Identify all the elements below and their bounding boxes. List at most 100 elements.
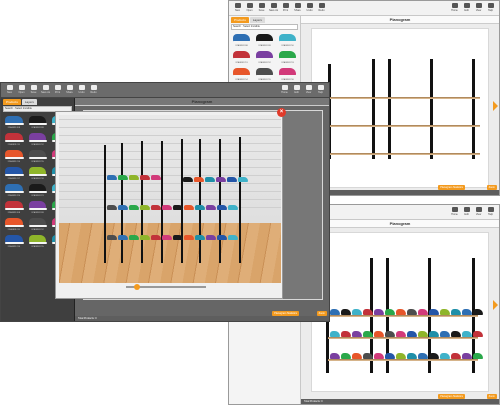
shelf-shoe[interactable] xyxy=(473,353,483,359)
zoom-button[interactable]: Zoom xyxy=(486,394,497,399)
product-thumbnail[interactable]: 2ZA9891211 xyxy=(3,217,25,231)
rotation-slider[interactable] xyxy=(126,284,206,290)
new-button[interactable]: New xyxy=(233,3,242,14)
shelf-shoe[interactable] xyxy=(473,309,483,315)
shelf-shoe[interactable] xyxy=(374,309,384,315)
share-button[interactable]: Share xyxy=(65,85,74,96)
shelf-shoe[interactable] xyxy=(429,331,439,337)
product-thumbnail[interactable]: 2ZA9891215 xyxy=(27,234,49,248)
home-button[interactable]: Home xyxy=(450,207,459,218)
shelf-shoe[interactable] xyxy=(352,309,362,315)
shelf-shoe[interactable] xyxy=(440,309,450,315)
folder-button[interactable]: Open xyxy=(245,3,254,14)
slider-knob[interactable] xyxy=(134,284,140,290)
shelf-shoe[interactable] xyxy=(440,353,450,359)
view-button[interactable]: View xyxy=(304,85,313,96)
shelf-shoe[interactable] xyxy=(396,331,406,337)
product-thumbnail[interactable]: 2ZA9891212 xyxy=(254,50,275,64)
shelf-shoe[interactable] xyxy=(462,309,472,315)
shelf-shoe[interactable] xyxy=(374,331,384,337)
shelf-shoe[interactable] xyxy=(385,331,395,337)
shelf-shoe[interactable] xyxy=(429,309,439,315)
edit-button[interactable]: Edit xyxy=(292,85,301,96)
preview-3d-scene[interactable] xyxy=(59,115,281,283)
home-button[interactable]: Home xyxy=(450,3,459,14)
view-button[interactable]: View xyxy=(474,3,483,14)
redo-button[interactable]: Redo xyxy=(317,3,326,14)
shelf-shoe[interactable] xyxy=(440,331,450,337)
edit-button[interactable]: Edit xyxy=(462,3,471,14)
product-thumbnail[interactable]: 2ZA9891215 xyxy=(27,149,49,163)
search-input[interactable]: Search · Select Invisible xyxy=(231,24,298,30)
shelf-shoe[interactable] xyxy=(407,309,417,315)
shelf-shoe[interactable] xyxy=(363,309,373,315)
save-as-button[interactable]: Save As xyxy=(269,3,278,14)
tab-layers[interactable]: Layers xyxy=(21,99,37,105)
shelf-shoe[interactable] xyxy=(407,331,417,337)
product-thumbnail[interactable]: 2ZA9891213 xyxy=(277,50,298,64)
shelf-shoe[interactable] xyxy=(352,331,362,337)
shelf-shoe[interactable] xyxy=(363,331,373,337)
shelf-shoe[interactable] xyxy=(330,353,340,359)
product-thumbnail[interactable]: 2ZA9891215 xyxy=(254,67,275,81)
planogram-statistics-button[interactable]: Planogram Statistics xyxy=(438,394,465,399)
shelf-shoe[interactable] xyxy=(341,309,351,315)
shelf-shoe[interactable] xyxy=(341,353,351,359)
product-thumbnail[interactable]: 2ZA9891212 xyxy=(27,132,49,146)
shelf-shoe[interactable] xyxy=(341,331,351,337)
product-thumbnail[interactable]: 2ZA9891210 xyxy=(277,33,298,47)
planogram-statistics-button[interactable]: Planogram Statistics xyxy=(272,311,299,316)
shelf-shoe[interactable] xyxy=(330,331,340,337)
save-as-button[interactable]: Save As xyxy=(41,85,50,96)
product-thumbnail[interactable]: 2ZA9891214 xyxy=(3,234,25,248)
help-button[interactable]: Help xyxy=(316,85,325,96)
home-button[interactable]: Home xyxy=(280,85,289,96)
shelf-shoe[interactable] xyxy=(374,353,384,359)
product-thumbnail[interactable]: 2ZA9891211 xyxy=(231,50,252,64)
product-thumbnail[interactable]: 2ZA9891218 xyxy=(27,166,49,180)
product-thumbnail[interactable]: 2ZA9891208 xyxy=(231,33,252,47)
shelf-shoe[interactable] xyxy=(451,309,461,315)
shelf-shoe[interactable] xyxy=(330,309,340,315)
product-thumbnail[interactable]: 2ZA9891211 xyxy=(3,132,25,146)
product-thumbnail[interactable]: 2ZA9891214 xyxy=(3,149,25,163)
shelf-shoe[interactable] xyxy=(429,353,439,359)
shelf-shoe[interactable] xyxy=(396,309,406,315)
product-thumbnail[interactable]: 2ZA9891221 xyxy=(27,183,49,197)
tab-products[interactable]: Products xyxy=(231,17,249,23)
undo-button[interactable]: Undo xyxy=(77,85,86,96)
expand-arrow-icon[interactable] xyxy=(493,101,498,111)
shelf-shoe[interactable] xyxy=(418,353,428,359)
close-icon[interactable]: × xyxy=(277,108,286,117)
product-thumbnail[interactable]: 2ZA9891214 xyxy=(231,67,252,81)
shelf-shoe[interactable] xyxy=(385,309,395,315)
shelf-shoe[interactable] xyxy=(462,353,472,359)
shelf-shoe[interactable] xyxy=(473,331,483,337)
shelf-shoe[interactable] xyxy=(451,331,461,337)
shelf-shoe[interactable] xyxy=(363,353,373,359)
planogram-canvas[interactable] xyxy=(311,28,489,188)
undo-button[interactable]: Undo xyxy=(305,3,314,14)
product-thumbnail[interactable]: 2ZA9891220 xyxy=(3,183,25,197)
shelf-shoe[interactable] xyxy=(418,331,428,337)
product-thumbnail[interactable]: 2ZA9891208 xyxy=(3,115,25,129)
save-button[interactable]: Save xyxy=(29,85,38,96)
shelf-shoe[interactable] xyxy=(462,331,472,337)
expand-arrow-icon[interactable] xyxy=(493,300,498,310)
share-button[interactable]: Share xyxy=(293,3,302,14)
help-button[interactable]: Help xyxy=(486,3,495,14)
redo-button[interactable]: Redo xyxy=(89,85,98,96)
product-thumbnail[interactable]: 2ZA9891209 xyxy=(27,115,49,129)
product-thumbnail[interactable]: 2ZA9891216 xyxy=(277,67,298,81)
shelf-shoe[interactable] xyxy=(385,353,395,359)
print-button[interactable]: Print xyxy=(281,3,290,14)
shelf-shoe[interactable] xyxy=(407,353,417,359)
planogram-statistics-button[interactable]: Planogram Statistics xyxy=(438,185,465,190)
save-button[interactable]: Save xyxy=(257,3,266,14)
product-thumbnail[interactable]: 2ZA9891209 xyxy=(27,200,49,214)
shelf-shoe[interactable] xyxy=(396,353,406,359)
shelf-shoe[interactable] xyxy=(352,353,362,359)
folder-button[interactable]: Open xyxy=(17,85,26,96)
product-thumbnail[interactable]: 2ZA9891212 xyxy=(27,217,49,231)
view-button[interactable]: View xyxy=(474,207,483,218)
